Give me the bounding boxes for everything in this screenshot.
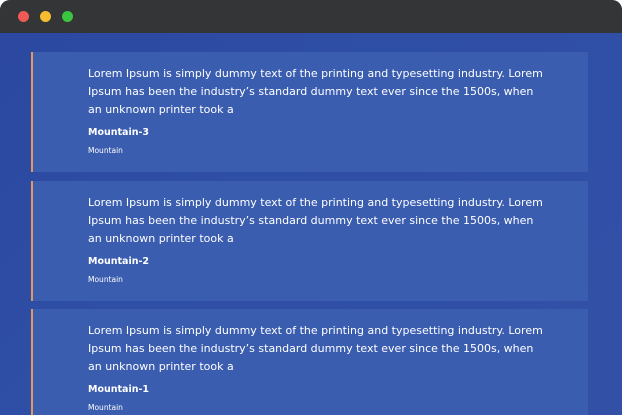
- testimonial-author-role: Mountain: [88, 275, 123, 284]
- window-titlebar: [0, 0, 622, 33]
- testimonial-author-name: Mountain-2: [88, 256, 150, 267]
- testimonial-text: Lorem Ipsum is simply dummy text of the …: [88, 324, 543, 373]
- testimonial-author-role: Mountain: [88, 146, 123, 155]
- close-window-icon[interactable]: [18, 11, 29, 22]
- testimonial-card: Lorem Ipsum is simply dummy text of the …: [31, 181, 588, 301]
- testimonial-card: Lorem Ipsum is simply dummy text of the …: [31, 309, 588, 415]
- testimonial-author-name: Mountain-3: [88, 127, 150, 138]
- maximize-window-icon[interactable]: [62, 11, 73, 22]
- browser-window: Lorem Ipsum is simply dummy text of the …: [0, 0, 622, 415]
- testimonial-author-name: Mountain-1: [88, 384, 150, 395]
- testimonial-author-role: Mountain: [88, 403, 123, 412]
- testimonial-card: Lorem Ipsum is simply dummy text of the …: [31, 52, 588, 172]
- minimize-window-icon[interactable]: [40, 11, 51, 22]
- testimonial-text: Lorem Ipsum is simply dummy text of the …: [88, 67, 543, 116]
- testimonials-section: Lorem Ipsum is simply dummy text of the …: [0, 33, 622, 415]
- testimonial-text: Lorem Ipsum is simply dummy text of the …: [88, 196, 543, 245]
